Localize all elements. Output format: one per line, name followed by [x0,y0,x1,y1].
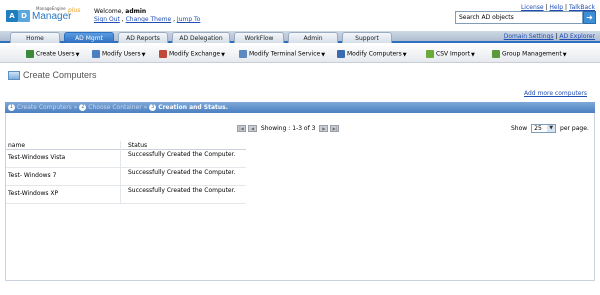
menu-modify-exchange[interactable]: Modify Exchange▼ [159,50,225,58]
computer-name: Test-Windows XP [8,190,59,197]
change-theme-link[interactable]: Change Theme [126,16,172,23]
help-links: License | Help | TalkBack [520,4,595,11]
computer-icon [8,71,20,81]
talkback-link[interactable]: TalkBack [569,4,595,11]
user-links: Sign Out , Change Theme , Jump To [94,16,201,23]
welcome-text: Welcome, admin [94,8,146,15]
license-link[interactable]: License [521,4,544,11]
pagination: |◀ ◀ Showing : 1-3 of 3 ▶ ▶| [237,125,341,132]
brand-plus: plus [68,7,81,14]
computer-name: Test-Windows Vista [8,154,66,161]
tab-ad-mgmt[interactable]: AD Mgmt [64,32,114,43]
sign-out-link[interactable]: Sign Out [94,16,120,23]
status-text: Successfully Created the Computer. [128,187,236,194]
table-row: Test-Windows XP Successfully Created the… [6,186,246,204]
step-choose-container: Choose Container [88,104,142,111]
logo-box-d: D [18,10,30,22]
action-menu-bar: Create Users▼ Modify Users▼ Modify Excha… [0,45,600,63]
add-user-icon [26,50,34,58]
search-input[interactable] [455,11,583,24]
column-header-status[interactable]: Status [128,142,147,149]
brand-name: Manager [32,11,72,22]
csv-icon [426,50,434,58]
wizard-steps: 1 Create Computers » 2 Choose Container » … [5,102,595,113]
computer-name: Test- Windows 7 [8,172,57,179]
chevron-down-icon: ▼ [321,51,326,58]
tab-right-links: Domain Settings | AD Explorer [503,33,595,40]
chevron-down-icon: ▼ [470,51,475,58]
tab-support[interactable]: Support [342,32,392,43]
last-page-button[interactable]: ▶| [330,125,340,132]
menu-modify-terminal-service[interactable]: Modify Terminal Service▼ [239,50,325,58]
menu-modify-computers[interactable]: Modify Computers▼ [337,50,407,58]
page-size-select[interactable]: 25 ▼ [531,124,557,133]
search-go-button[interactable]: ➜ [583,11,596,24]
tab-workflow[interactable]: WorkFlow [234,32,284,43]
terminal-icon [239,50,247,58]
tab-admin[interactable]: Admin [288,32,338,43]
product-logo: ManageEngine A D Manager plus [6,6,84,28]
first-page-button[interactable]: |◀ [237,125,246,132]
exchange-icon [159,50,167,58]
tab-ad-reports[interactable]: AD Reports [118,32,168,43]
logo-box-a: A [6,10,18,22]
table-header: name Status [6,141,246,150]
ad-explorer-link[interactable]: AD Explorer [559,33,595,40]
username: admin [125,8,147,15]
step-number: 3 [149,104,157,111]
chevron-down-icon: ▼ [141,51,146,58]
jump-to-link[interactable]: Jump To [177,16,200,23]
tab-ad-delegation[interactable]: AD Delegation [172,32,230,43]
next-page-button[interactable]: ▶ [319,125,329,132]
group-icon [492,50,500,58]
status-text: Successfully Created the Computer. [128,169,236,176]
add-more-computers-link[interactable]: Add more computers [524,90,587,97]
pagination-status: Showing : 1-3 of 3 [260,125,316,132]
menu-group-management[interactable]: Group Management▼ [492,50,567,58]
column-header-name[interactable]: name [8,142,25,149]
menu-create-users[interactable]: Create Users▼ [26,50,80,58]
main-tab-bar: Home AD Mgmt AD Reports AD Delegation Wo… [0,31,600,43]
step-number: 2 [79,104,87,111]
page-title: Create Computers [8,70,97,81]
chevron-down-icon: ▼ [402,51,407,58]
prev-page-button[interactable]: ◀ [248,125,257,132]
help-link[interactable]: Help [549,4,563,11]
step-create-computers: Create Computers [17,104,72,111]
page-size-control: Show 25 ▼ per page. [511,124,589,133]
modify-user-icon [92,50,100,58]
menu-modify-users[interactable]: Modify Users▼ [92,50,145,58]
domain-settings-link[interactable]: Domain Settings [504,33,554,40]
tab-home[interactable]: Home [10,32,60,43]
chevron-down-icon: ▼ [221,51,225,58]
results-table: name Status Test-Windows Vista Successfu… [6,141,246,204]
column-divider [120,141,121,204]
welcome-label: Welcome, [94,8,124,15]
step-creation-status: Creation and Status. [158,104,229,111]
chevron-down-icon: ▼ [75,51,80,58]
computer-icon [337,50,345,58]
chevron-down-icon: ▼ [562,51,567,58]
menu-csv-import[interactable]: CSV Import▼ [426,50,475,58]
status-text: Successfully Created the Computer. [128,151,236,158]
table-row: Test-Windows Vista Successfully Created … [6,150,246,168]
table-row: Test- Windows 7 Successfully Created the… [6,168,246,186]
step-number: 1 [8,104,15,111]
chevron-down-icon: ▼ [547,125,556,132]
arrow-right-icon: ➜ [586,13,593,22]
